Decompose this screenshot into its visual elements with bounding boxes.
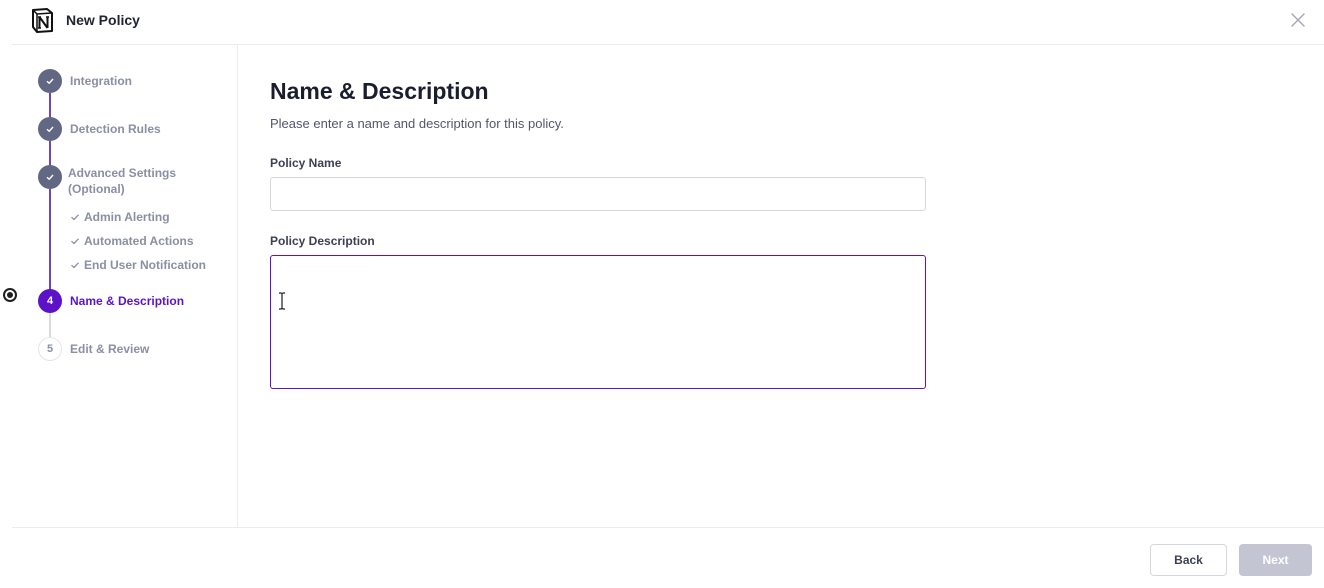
policy-description-textarea[interactable]: [270, 255, 926, 389]
step-edit-review[interactable]: Edit & Review: [70, 341, 149, 357]
radio-indicator-icon: [3, 288, 17, 302]
sub-step-label: Automated Actions: [84, 234, 194, 248]
stepper-rail-pending: [49, 313, 51, 339]
stepper-sidebar: Integration Detection Rules Advanced Set…: [3, 45, 238, 527]
sub-step-automated-actions[interactable]: Automated Actions: [70, 234, 194, 248]
step-name-description[interactable]: Name & Description: [70, 293, 184, 309]
step-advanced-check-icon: [38, 165, 62, 189]
modal-header: New Policy: [12, 0, 1324, 45]
modal-footer: [12, 527, 1324, 588]
sub-step-admin-alerting[interactable]: Admin Alerting: [70, 210, 170, 224]
step-advanced-settings[interactable]: Advanced Settings (Optional): [68, 165, 188, 197]
check-icon: [71, 262, 79, 269]
section-description: Please enter a name and description for …: [270, 116, 564, 131]
step-detection-check-icon: [38, 117, 62, 141]
sub-step-label: Admin Alerting: [84, 210, 170, 224]
next-button[interactable]: Next: [1239, 544, 1312, 576]
step-detection-rules[interactable]: Detection Rules: [70, 121, 161, 137]
step-edit-review-number: 5: [38, 337, 62, 361]
sub-step-label: End User Notification: [84, 258, 207, 272]
step-integration-check-icon: [38, 69, 62, 93]
section-heading: Name & Description: [270, 78, 489, 104]
step-name-description-number: 4: [38, 289, 62, 313]
policy-description-label: Policy Description: [270, 234, 375, 248]
back-button[interactable]: Back: [1150, 544, 1227, 576]
notion-logo-icon: [32, 8, 53, 33]
page-title: New Policy: [66, 12, 140, 28]
policy-name-input[interactable]: [270, 177, 926, 211]
sub-step-end-user-notification[interactable]: End User Notification: [70, 258, 206, 272]
text-cursor-icon: [279, 292, 285, 310]
check-icon: [71, 214, 79, 221]
step-integration[interactable]: Integration: [70, 73, 132, 89]
policy-name-label: Policy Name: [270, 156, 342, 170]
check-icon: [71, 238, 79, 245]
close-icon[interactable]: [1290, 12, 1306, 28]
